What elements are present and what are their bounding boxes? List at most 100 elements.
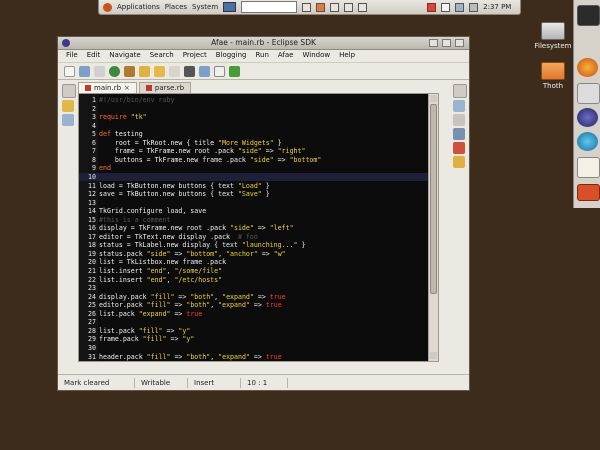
save-icon[interactable] — [79, 65, 90, 77]
page-icon[interactable] — [214, 65, 225, 77]
tab-parse-rb[interactable]: parse.rb — [138, 82, 192, 93]
navigator-icon[interactable] — [62, 84, 76, 98]
code-token: => — [253, 224, 270, 233]
print-icon[interactable] — [94, 65, 105, 77]
code-token: "fill" — [138, 326, 163, 335]
tray-window-button-4[interactable] — [344, 2, 354, 12]
update-notifier-icon[interactable] — [427, 2, 437, 12]
debug-icon[interactable] — [124, 65, 135, 77]
code-editor[interactable]: 1 #!/usr/bin/env ruby 2 3 require "tk" 4 5 def … — [78, 93, 439, 362]
vertical-scrollbar[interactable] — [428, 94, 438, 361]
pencil-icon[interactable] — [229, 65, 240, 77]
code-text: def testing — [99, 130, 143, 138]
menu-navigate[interactable]: Navigate — [109, 51, 140, 59]
menu-bar: File Edit Navigate Search Project Bloggi… — [58, 49, 469, 61]
line-number: 19 — [88, 249, 96, 258]
code-line: 10 — [79, 172, 428, 181]
minimize-button[interactable] — [429, 39, 438, 47]
tray-window-button-2[interactable] — [316, 2, 326, 12]
menu-file[interactable]: File — [66, 51, 78, 59]
eclipse-icon[interactable] — [577, 108, 598, 127]
code-text: load = TkButton.new buttons { text "Load… — [99, 182, 270, 190]
code-line: 20 list = TkListbox.new frame .pack — [79, 258, 428, 266]
code-line: 25 editor.pack "fill" => "both", "expand"… — [79, 301, 428, 309]
maximize-view-icon[interactable] — [453, 84, 467, 98]
outline-icon[interactable] — [62, 114, 74, 126]
code-token: "tk" — [130, 113, 147, 122]
comment-icon[interactable] — [184, 65, 195, 77]
maximize-button[interactable] — [442, 39, 451, 47]
volume-icon[interactable] — [469, 2, 479, 12]
menu-search[interactable]: Search — [150, 51, 174, 59]
menu-help[interactable]: Help — [339, 51, 355, 59]
menu-run[interactable]: Run — [255, 51, 268, 59]
scroll-up-arrow[interactable] — [430, 95, 437, 102]
menu-blogging[interactable]: Blogging — [216, 51, 247, 59]
system-menu[interactable]: System — [192, 3, 218, 11]
top-panel: Applications Places System 2:37 PM — [98, 0, 521, 15]
menu-project[interactable]: Project — [183, 51, 207, 59]
forward-arrow-icon[interactable] — [169, 65, 180, 77]
logout-icon[interactable] — [577, 184, 600, 201]
problems-view-icon[interactable] — [453, 142, 465, 154]
text-editor-icon[interactable] — [577, 157, 600, 178]
code-token: #this is a comment — [99, 215, 171, 224]
monitor-icon[interactable] — [223, 2, 237, 12]
eclipse-window: Afae - main.rb - Eclipse SDK File Edit N… — [57, 36, 470, 391]
run-icon[interactable] — [109, 65, 120, 77]
console-view-icon[interactable] — [453, 128, 465, 140]
terminal-icon[interactable] — [577, 5, 600, 26]
desktop-icon-thoth[interactable]: Thoth — [530, 62, 576, 90]
close-tab-icon[interactable]: × — [124, 84, 130, 92]
new-icon[interactable] — [64, 65, 75, 77]
back-arrow-icon[interactable] — [154, 65, 165, 77]
menu-edit[interactable]: Edit — [87, 51, 101, 59]
code-token: header.pack — [99, 352, 147, 361]
code-text: display = TkFrame.new root .pack "side" … — [99, 224, 294, 232]
media-player-icon[interactable] — [577, 132, 598, 151]
tray-window-button-3[interactable] — [330, 2, 340, 12]
close-button[interactable] — [455, 39, 464, 47]
code-text: #this is a comment — [99, 216, 170, 224]
open-type-icon[interactable] — [139, 65, 150, 77]
scroll-down-arrow[interactable] — [430, 352, 437, 359]
firefox-icon[interactable] — [577, 58, 598, 77]
code-line: 16 display = TkFrame.new root .pack "side… — [79, 224, 428, 232]
package-explorer-icon[interactable] — [62, 100, 74, 112]
code-token: editor = TkText.new display .pack — [99, 232, 238, 241]
network-icon[interactable] — [455, 2, 465, 12]
code-token: "both" — [186, 301, 211, 310]
mail-icon[interactable] — [441, 2, 451, 12]
code-token: list.insert — [99, 267, 147, 275]
mail-client-icon[interactable] — [577, 83, 600, 104]
gnome-foot-icon[interactable] — [103, 2, 112, 12]
places-menu[interactable]: Places — [165, 3, 187, 11]
code-token: "both" — [186, 352, 211, 361]
ruby-file-icon — [145, 85, 152, 91]
code-token: "More Widgets" — [218, 138, 274, 147]
menu-window[interactable]: Window — [303, 51, 331, 59]
taskbar-search-field[interactable] — [241, 1, 298, 13]
code-line: 11 load = TkButton.new buttons { text "Lo… — [79, 182, 428, 190]
tray-window-button-1[interactable] — [302, 2, 312, 12]
tab-main-rb[interactable]: main.rb × — [78, 82, 137, 93]
line-number: 28 — [88, 326, 96, 335]
code-token: true — [269, 292, 286, 301]
blog-icon[interactable] — [199, 65, 210, 77]
desktop-icon-filesystem[interactable]: Filesystem — [530, 22, 576, 50]
applications-menu[interactable]: Applications — [117, 3, 160, 11]
line-number: 14 — [88, 207, 96, 216]
progress-view-icon[interactable] — [453, 156, 465, 168]
tasks-view-icon[interactable] — [453, 114, 465, 126]
menu-afae[interactable]: Afae — [278, 51, 294, 59]
left-view-rail — [60, 82, 76, 367]
clock[interactable]: 2:37 PM — [483, 3, 511, 11]
code-token: "expand" — [218, 301, 250, 310]
window-title: Afae - main.rb - Eclipse SDK — [211, 38, 316, 47]
outline-view-icon[interactable] — [453, 100, 465, 112]
tray-window-button-5[interactable] — [358, 2, 368, 12]
main-toolbar — [58, 62, 469, 80]
code-token: => — [174, 292, 191, 301]
scroll-thumb[interactable] — [430, 104, 437, 294]
code-line: 27 — [79, 318, 428, 326]
